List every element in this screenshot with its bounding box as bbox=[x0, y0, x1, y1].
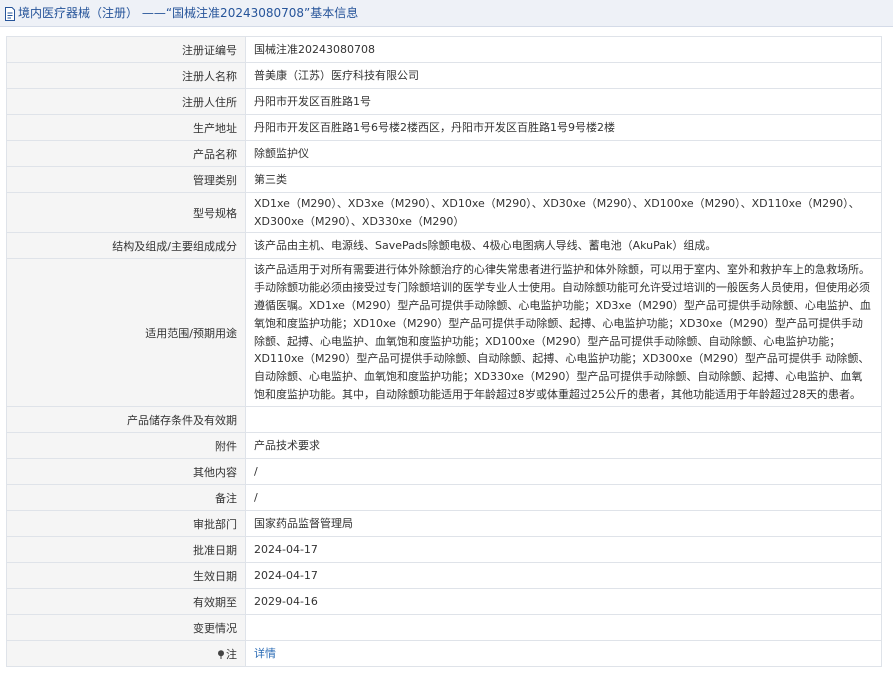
row-label: 型号规格 bbox=[6, 192, 246, 233]
table-row: 注册人住所 丹阳市开发区百胜路1号 bbox=[6, 88, 882, 115]
table-row: 管理类别 第三类 bbox=[6, 166, 882, 193]
table-row: 备注 / bbox=[6, 484, 882, 511]
pin-icon bbox=[218, 649, 224, 659]
row-value: 第三类 bbox=[245, 166, 882, 193]
row-value: XD1xe（M290）、XD3xe（M290）、XD10xe（M290）、XD3… bbox=[245, 192, 882, 233]
row-label: 有效期至 bbox=[6, 588, 246, 615]
table-row: 注 详情 bbox=[6, 640, 882, 667]
row-value: 丹阳市开发区百胜路1号 bbox=[245, 88, 882, 115]
row-label: 管理类别 bbox=[6, 166, 246, 193]
row-value: 详情 bbox=[245, 640, 882, 667]
row-label: 变更情况 bbox=[6, 614, 246, 641]
row-value: 普美康（江苏）医疗科技有限公司 bbox=[245, 62, 882, 89]
row-value: 2024-04-17 bbox=[245, 536, 882, 563]
row-value: 2029-04-16 bbox=[245, 588, 882, 615]
row-label-note: 注 bbox=[6, 640, 246, 667]
table-row: 生产地址 丹阳市开发区百胜路1号6号楼2楼西区，丹阳市开发区百胜路1号9号楼2楼 bbox=[6, 114, 882, 141]
row-label: 生效日期 bbox=[6, 562, 246, 589]
row-label: 注册人住所 bbox=[6, 88, 246, 115]
row-label: 生产地址 bbox=[6, 114, 246, 141]
row-label: 批准日期 bbox=[6, 536, 246, 563]
row-label: 产品名称 bbox=[6, 140, 246, 167]
row-label: 注册人名称 bbox=[6, 62, 246, 89]
row-value: 2024-04-17 bbox=[245, 562, 882, 589]
row-value: 除颤监护仪 bbox=[245, 140, 882, 167]
row-value: 国械注准20243080708 bbox=[245, 36, 882, 63]
row-value: / bbox=[245, 484, 882, 511]
row-value bbox=[245, 614, 882, 641]
table-row: 产品名称 除颤监护仪 bbox=[6, 140, 882, 167]
row-value: 产品技术要求 bbox=[245, 432, 882, 459]
row-value bbox=[245, 406, 882, 433]
details-link[interactable]: 详情 bbox=[254, 647, 276, 660]
table-row: 其他内容 / bbox=[6, 458, 882, 485]
table-row: 生效日期 2024-04-17 bbox=[6, 562, 882, 589]
row-label: 备注 bbox=[6, 484, 246, 511]
table-row: 批准日期 2024-04-17 bbox=[6, 536, 882, 563]
note-label: 注 bbox=[226, 647, 237, 661]
row-label: 适用范围/预期用途 bbox=[6, 258, 246, 407]
info-table: 注册证编号 国械注准20243080708 注册人名称 普美康（江苏）医疗科技有限公… bbox=[6, 36, 882, 667]
row-value: 丹阳市开发区百胜路1号6号楼2楼西区，丹阳市开发区百胜路1号9号楼2楼 bbox=[245, 114, 882, 141]
row-label: 注册证编号 bbox=[6, 36, 246, 63]
table-row: 适用范围/预期用途 该产品适用于对所有需要进行体外除颤治疗的心律失常患者进行监护和… bbox=[6, 258, 882, 407]
table-row: 注册证编号 国械注准20243080708 bbox=[6, 36, 882, 63]
row-label: 结构及组成/主要组成成分 bbox=[6, 232, 246, 259]
row-value: 该产品适用于对所有需要进行体外除颤治疗的心律失常患者进行监护和体外除颤，可以用于… bbox=[245, 258, 882, 407]
row-label: 产品储存条件及有效期 bbox=[6, 406, 246, 433]
page-title: “国械注准20243080708”基本信息 bbox=[165, 6, 359, 20]
table-row: 注册人名称 普美康（江苏）医疗科技有限公司 bbox=[6, 62, 882, 89]
row-value: 国家药品监督管理局 bbox=[245, 510, 882, 537]
row-label: 审批部门 bbox=[6, 510, 246, 537]
breadcrumb-separator: —— bbox=[141, 6, 166, 20]
table-row: 审批部门 国家药品监督管理局 bbox=[6, 510, 882, 537]
row-label: 附件 bbox=[6, 432, 246, 459]
table-row: 结构及组成/主要组成成分 该产品由主机、电源线、SavePads除颤电极、4极心电… bbox=[6, 232, 882, 259]
table-row: 型号规格 XD1xe（M290）、XD3xe（M290）、XD10xe（M290）… bbox=[6, 192, 882, 233]
page-title-bar: 境内医疗器械（注册） ——“国械注准20243080708”基本信息 bbox=[0, 0, 893, 27]
row-value: / bbox=[245, 458, 882, 485]
table-row: 附件 产品技术要求 bbox=[6, 432, 882, 459]
row-label: 其他内容 bbox=[6, 458, 246, 485]
table-row: 产品储存条件及有效期 bbox=[6, 406, 882, 433]
document-icon bbox=[5, 6, 15, 21]
row-value: 该产品由主机、电源线、SavePads除颤电极、4极心电图病人导线、蓄电池（Ak… bbox=[245, 232, 882, 259]
table-row: 变更情况 bbox=[6, 614, 882, 641]
table-row: 有效期至 2029-04-16 bbox=[6, 588, 882, 615]
info-panel: 注册证编号 国械注准20243080708 注册人名称 普美康（江苏）医疗科技有限公… bbox=[6, 36, 882, 667]
breadcrumb-category: 境内医疗器械（注册） bbox=[18, 6, 139, 20]
